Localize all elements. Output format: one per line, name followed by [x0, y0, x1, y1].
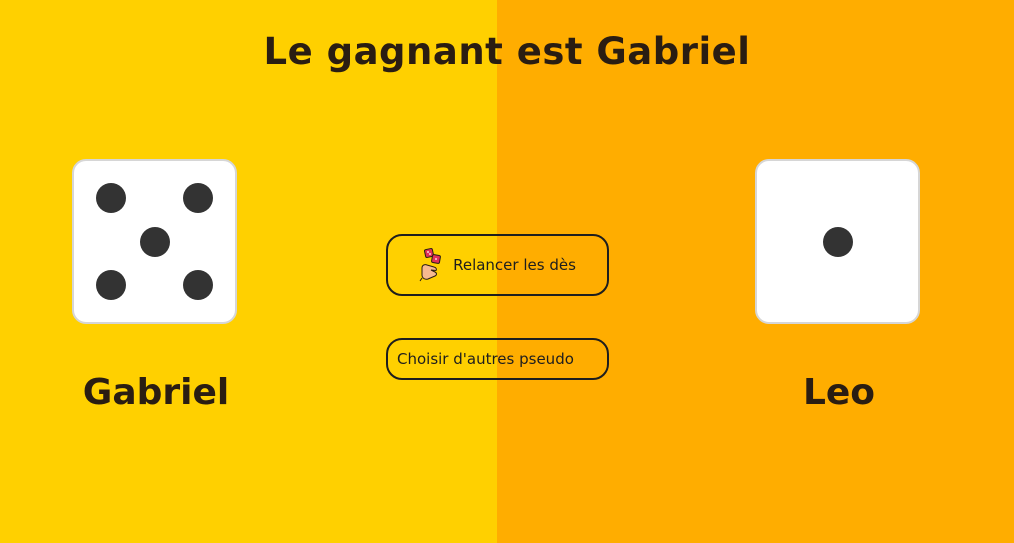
die-pip — [183, 270, 213, 300]
choose-other-names-button[interactable]: Choisir d'autres pseudo — [386, 338, 609, 380]
die-pip — [96, 270, 126, 300]
winner-title: Le gagnant est Gabriel — [263, 30, 751, 73]
die-player-1 — [72, 159, 237, 324]
player-2-name: Leo — [802, 372, 876, 413]
reroll-dice-label: Relancer les dès — [453, 256, 576, 274]
die-player-2 — [755, 159, 920, 324]
reroll-dice-button[interactable]: Relancer les dès — [386, 234, 609, 296]
die-pip — [96, 183, 126, 213]
choose-other-names-label: Choisir d'autres pseudo — [397, 350, 574, 368]
player-1-name: Gabriel — [82, 372, 230, 413]
hand-throwing-dice-icon — [419, 248, 441, 282]
die-pip — [139, 226, 170, 257]
die-pip — [822, 226, 853, 257]
die-pip — [183, 183, 213, 213]
